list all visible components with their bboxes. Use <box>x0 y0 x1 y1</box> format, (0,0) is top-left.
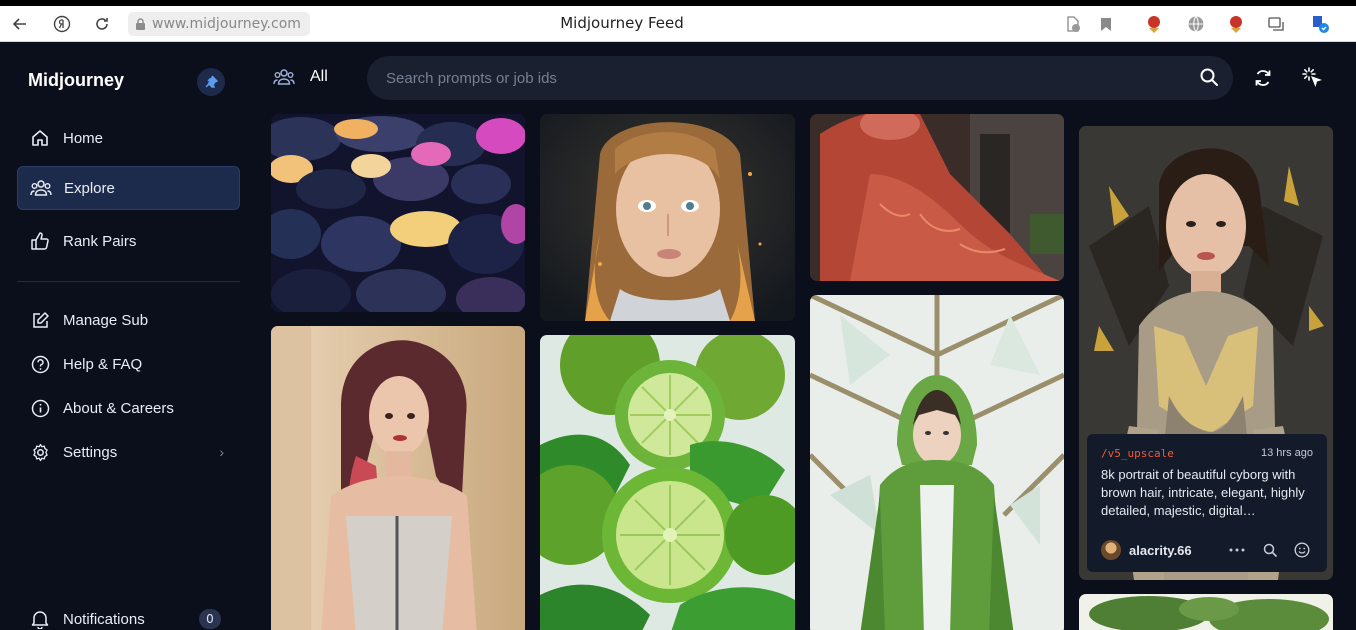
people-icon <box>272 68 296 86</box>
nav-explore[interactable]: Explore <box>17 166 240 210</box>
nav-about-careers[interactable]: About & Careers <box>17 386 240 430</box>
feed-image-glowing-stones[interactable] <box>271 114 525 312</box>
thumbs-up-icon <box>17 231 63 251</box>
sidebar: Midjourney Home Explore Rank Pairs Manag… <box>0 42 256 630</box>
reload-icon[interactable] <box>90 12 114 36</box>
magic-cursor-icon[interactable] <box>1301 66 1325 90</box>
nav-home[interactable]: Home <box>17 116 240 160</box>
extension-red-icon[interactable] <box>1144 14 1164 34</box>
nav-label: About & Careers <box>63 399 174 417</box>
bell-icon <box>17 609 63 629</box>
extension-red-icon-2[interactable] <box>1226 14 1246 34</box>
feed-image-trees[interactable] <box>1079 594 1333 630</box>
nav-label: Explore <box>64 179 115 197</box>
notifications-count-badge: 0 <box>199 609 221 629</box>
nav-label: Home <box>63 129 104 147</box>
nav-label: Rank Pairs <box>63 232 137 250</box>
address-bar[interactable]: www.midjourney.com <box>128 12 310 36</box>
nav-label: Manage Sub <box>63 311 149 329</box>
help-icon <box>17 355 63 374</box>
lock-icon <box>128 17 152 31</box>
nav-label: Settings <box>63 443 118 461</box>
image-prompt-card[interactable]: /v5_upscale 13 hrs ago 8k portrait of be… <box>1087 434 1327 572</box>
gear-icon <box>17 443 63 462</box>
url-text: www.midjourney.com <box>152 16 301 32</box>
search-bar <box>367 56 1233 100</box>
search-input[interactable] <box>386 69 1176 87</box>
search-icon[interactable] <box>1199 67 1219 91</box>
filter-label: All <box>310 68 328 85</box>
feed-image-portrait-blonde[interactable] <box>540 114 795 321</box>
globe-icon[interactable] <box>1186 14 1206 34</box>
search-similar-icon[interactable] <box>1260 540 1280 560</box>
feed-image-lace-dress[interactable] <box>810 114 1064 281</box>
command-label: /v5_upscale <box>1101 447 1174 460</box>
author[interactable]: alacrity.66 <box>1101 540 1192 560</box>
sidebar-divider <box>17 281 240 282</box>
back-icon[interactable] <box>8 12 32 36</box>
brand-title: Midjourney <box>28 70 125 90</box>
smiley-icon[interactable] <box>1292 540 1312 560</box>
nav-label: Help & FAQ <box>63 355 143 373</box>
people-icon <box>18 179 64 197</box>
browser-toolbar: www.midjourney.com Midjourney Feed <box>0 6 1356 42</box>
collections-icon[interactable] <box>1266 14 1286 34</box>
pin-sidebar-button[interactable] <box>197 68 225 96</box>
author-name: alacrity.66 <box>1129 542 1192 558</box>
bookmark-icon[interactable] <box>1096 14 1116 34</box>
feed-image-portrait-red-hair[interactable] <box>271 326 525 630</box>
midjourney-app: Midjourney Home Explore Rank Pairs Manag… <box>0 42 1356 630</box>
home-icon <box>17 128 63 148</box>
nav-settings[interactable]: Settings › <box>17 430 240 474</box>
refresh-icon[interactable] <box>1251 66 1275 90</box>
profile-sync-icon[interactable] <box>1310 14 1330 34</box>
nav-help-faq[interactable]: Help & FAQ <box>17 342 240 386</box>
feed-image-green-hood-stained-glass[interactable] <box>810 295 1064 630</box>
more-options-icon[interactable] <box>1227 540 1247 560</box>
nav-manage-sub[interactable]: Manage Sub <box>17 298 240 342</box>
feed-filter-all[interactable]: All <box>272 68 328 86</box>
prompt-text: 8k portrait of beautiful cyborg with bro… <box>1101 467 1305 518</box>
extension-icon[interactable] <box>1063 14 1083 34</box>
info-icon <box>17 399 63 418</box>
edit-icon <box>17 311 63 330</box>
nav-rank-pairs[interactable]: Rank Pairs <box>17 219 240 263</box>
feed-image-limes-mint[interactable] <box>540 335 795 630</box>
nav-label: Notifications <box>63 610 145 628</box>
pin-icon <box>205 75 218 88</box>
yandex-icon[interactable] <box>50 12 74 36</box>
chevron-right-icon: › <box>219 444 224 460</box>
tab-title: Midjourney Feed <box>560 14 684 32</box>
timestamp: 13 hrs ago <box>1261 447 1313 459</box>
avatar <box>1101 540 1121 560</box>
